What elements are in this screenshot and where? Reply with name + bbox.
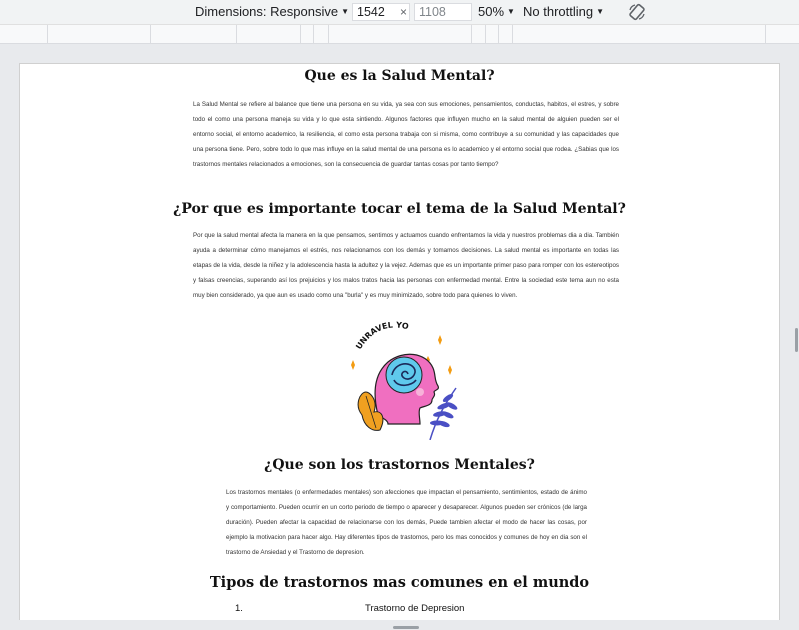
section-paragraph: Los trastornos mentales (o enfermedades … — [226, 489, 587, 556]
throttling-dropdown[interactable]: No throttling ▼ — [523, 4, 604, 19]
section-title: Que es la Salud Mental? — [304, 68, 495, 84]
rotate-icon[interactable] — [627, 2, 647, 22]
dimensions-dropdown[interactable]: Dimensions: Responsive ▼ — [195, 4, 349, 19]
caret-down-icon: ▼ — [341, 7, 349, 16]
zoom-dropdown[interactable]: 50% ▼ — [478, 4, 515, 19]
list-label: Trastorno de Depresion — [365, 603, 465, 614]
times-separator: × — [400, 5, 408, 19]
device-toolbar: Dimensions: Responsive ▼ 1542 × 1108 50%… — [0, 0, 799, 24]
list-number: 1. — [235, 603, 243, 614]
height-input[interactable]: 1108 — [414, 3, 472, 21]
dimensions-label: Dimensions: Responsive — [195, 4, 339, 19]
illustration-caption: UNRAVEL YOUR MIND! — [344, 313, 410, 351]
bottom-resize-handle[interactable] — [393, 626, 419, 629]
mental-health-illustration: UNRAVEL YOUR MIND! — [344, 313, 463, 441]
throttling-label: No throttling — [523, 4, 594, 19]
caret-down-icon: ▼ — [596, 7, 605, 16]
section-title: ¿Por que es importante tocar el tema de … — [173, 201, 626, 217]
section-title: Tipos de trastornos mas comunes en el mu… — [209, 574, 590, 591]
svg-text:UNRAVEL YOUR MIND!: UNRAVEL YOUR MIND! — [348, 320, 410, 351]
media-query-ruler[interactable] — [0, 24, 799, 44]
emulated-viewport: Que es la Salud Mental? La Salud Mental … — [20, 64, 779, 620]
section-title: ¿Que son los trastornos Mentales? — [264, 457, 535, 473]
right-resize-handle[interactable] — [795, 328, 798, 352]
section-paragraph: Por que la salud mental afecta la manera… — [193, 232, 619, 299]
caret-down-icon: ▼ — [507, 7, 515, 16]
section-paragraph: La Salud Mental se refiere al balance qu… — [193, 101, 619, 168]
zoom-label: 50% — [478, 4, 505, 19]
